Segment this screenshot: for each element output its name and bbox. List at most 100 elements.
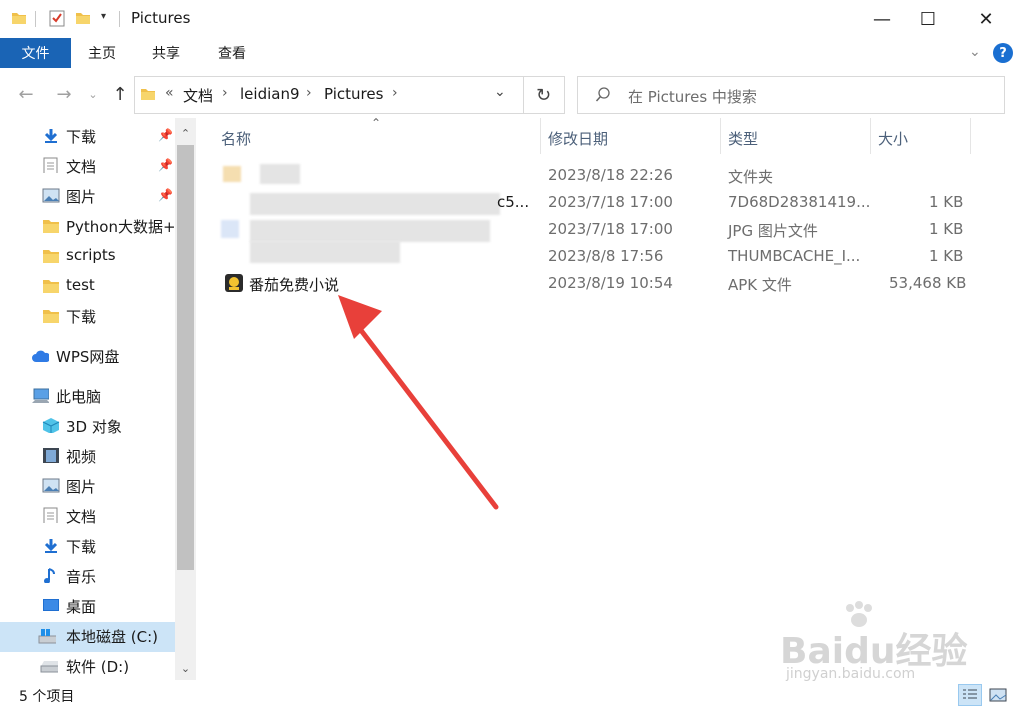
column-header-name[interactable]: 名称 [221, 126, 251, 150]
sidebar-item-label: 下载 [66, 308, 97, 326]
properties-checklist-icon[interactable] [49, 10, 65, 27]
search-placeholder: 在 Pictures 中搜索 [628, 88, 757, 106]
watermark-url: jingyan.baidu.com [786, 666, 916, 682]
refresh-icon[interactable]: ↻ [523, 76, 565, 114]
folder-icon [43, 280, 59, 293]
picture-icon [42, 478, 60, 493]
forward-arrow-icon[interactable]: → [50, 80, 78, 108]
folder-icon [43, 310, 59, 323]
sidebar-item-downloads-pc[interactable]: 下载 [0, 531, 175, 561]
sidebar-item-test[interactable]: test [0, 271, 175, 301]
new-folder-icon[interactable] [75, 10, 91, 26]
pin-icon[interactable]: 📌 [158, 158, 173, 172]
file-name: 番茄免费小说 [249, 276, 340, 294]
sidebar-item-downloads-folder[interactable]: 下载 [0, 301, 175, 331]
picture-icon [42, 188, 60, 203]
scroll-up-icon[interactable]: ⌃ [177, 124, 194, 142]
chevron-right-icon[interactable]: › [306, 85, 312, 101]
sidebar-item-label: 音乐 [66, 568, 97, 586]
help-button[interactable]: ? [993, 43, 1013, 63]
file-type: 文件夹 [728, 168, 774, 186]
document-icon [43, 157, 58, 173]
tab-share[interactable]: 共享 [152, 38, 180, 68]
back-arrow-icon[interactable]: ← [12, 80, 40, 108]
table-row[interactable]: 2023/7/18 17:00 JPG 图片文件 1 KB [215, 216, 975, 242]
window-title: Pictures [131, 9, 191, 27]
file-type: APK 文件 [728, 276, 792, 294]
sidebar-item-label: 视频 [66, 448, 97, 466]
large-icons-view-icon[interactable] [986, 684, 1010, 706]
image-file-icon [221, 220, 239, 238]
column-divider[interactable] [540, 118, 541, 154]
sidebar-item-pictures[interactable]: 图片 📌 [0, 181, 175, 211]
expand-ribbon-icon[interactable]: ⌄ [969, 44, 981, 60]
sidebar-item-3d-objects[interactable]: 3D 对象 [0, 411, 175, 441]
chevron-right-icon[interactable]: › [222, 85, 228, 101]
table-row[interactable]: 番茄免费小说 2023/8/19 10:54 APK 文件 53,468 KB [215, 270, 975, 296]
sidebar-item-label: 桌面 [66, 598, 97, 616]
column-header-size[interactable]: 大小 [878, 126, 908, 150]
sidebar-item-label: 下载 [66, 128, 97, 146]
breadcrumb-pictures[interactable]: Pictures [324, 85, 383, 103]
windows-drive-icon [38, 629, 56, 644]
sidebar-item-downloads[interactable]: 下载 📌 [0, 121, 175, 151]
tab-home[interactable]: 主页 [88, 38, 116, 68]
tab-file[interactable]: 文件 [0, 38, 71, 68]
sidebar-item-this-pc[interactable]: 此电脑 [0, 381, 175, 411]
address-dropdown-icon[interactable]: ⌄ [494, 84, 506, 100]
sidebar-item-label: 此电脑 [56, 388, 102, 406]
folder-icon [12, 13, 26, 24]
sidebar-item-label: 图片 [66, 188, 97, 206]
column-divider[interactable] [870, 118, 871, 154]
sidebar-item-scripts[interactable]: scripts [0, 241, 175, 271]
close-button[interactable]: ✕ [963, 0, 1009, 38]
file-type: JPG 图片文件 [728, 222, 818, 240]
sidebar-item-documents[interactable]: 文档 📌 [0, 151, 175, 181]
scrollbar-thumb[interactable] [177, 145, 194, 570]
table-row[interactable]: c5... 2023/7/18 17:00 7D68D28381419... 1… [215, 189, 975, 215]
sidebar-item-desktop[interactable]: 桌面 [0, 591, 175, 621]
tab-view[interactable]: 查看 [218, 38, 246, 68]
sidebar-item-label: Python大数据+人 [66, 218, 176, 236]
breadcrumb-leidian9[interactable]: leidian9 [240, 85, 300, 103]
sidebar-item-label: WPS网盘 [56, 348, 120, 366]
download-arrow-icon [44, 539, 58, 553]
folder-icon [43, 250, 59, 263]
blurred-name [260, 164, 300, 184]
breadcrumb-documents[interactable]: 文档 [183, 85, 213, 106]
column-header-date[interactable]: 修改日期 [548, 126, 608, 150]
recent-locations-icon[interactable]: ⌄ [82, 80, 104, 108]
sidebar-item-label: 软件 (D:) [66, 658, 130, 676]
column-header-type[interactable]: 类型 [728, 126, 758, 150]
file-size: 53,468 KB [889, 274, 967, 292]
sidebar-item-pictures-pc[interactable]: 图片 [0, 471, 175, 501]
table-row[interactable]: 2023/8/18 22:26 文件夹 [215, 162, 975, 188]
sidebar-item-documents-pc[interactable]: 文档 [0, 501, 175, 531]
minimize-button[interactable]: — [859, 0, 905, 38]
pin-icon[interactable]: 📌 [158, 128, 173, 142]
red-arrow-annotation [338, 295, 499, 510]
sidebar-item-python-folder[interactable]: Python大数据+人 [0, 211, 176, 241]
sidebar-item-videos[interactable]: 视频 [0, 441, 175, 471]
maximize-button[interactable]: ☐ [905, 0, 951, 38]
qat-customize-icon[interactable]: ▾ [101, 11, 106, 22]
blurred-name [250, 193, 500, 215]
sidebar-item-drive-d[interactable]: 软件 (D:) [0, 651, 175, 681]
title-bar: ▾ Pictures — ☐ ✕ [0, 0, 1018, 38]
column-divider[interactable] [970, 118, 971, 154]
file-date: 2023/7/18 17:00 [548, 193, 673, 211]
sidebar-item-music[interactable]: 音乐 [0, 561, 175, 591]
document-icon [43, 507, 58, 523]
breadcrumb-overflow[interactable]: « [165, 85, 174, 101]
column-divider[interactable] [720, 118, 721, 154]
table-row[interactable]: 2023/8/8 17:56 THUMBCACHE_I... 1 KB [215, 241, 975, 269]
chevron-right-icon[interactable]: › [392, 85, 398, 101]
sidebar-item-local-disk-c[interactable]: 本地磁盘 (C:) [0, 621, 175, 651]
pin-icon[interactable]: 📌 [158, 188, 173, 202]
up-arrow-icon[interactable]: ↑ [106, 80, 134, 108]
scroll-down-icon[interactable]: ⌄ [177, 659, 194, 677]
sidebar-item-label: 图片 [66, 478, 97, 496]
sidebar-item-wps-cloud[interactable]: WPS网盘 [0, 341, 175, 371]
drive-icon [40, 661, 58, 673]
video-film-icon [43, 448, 59, 463]
